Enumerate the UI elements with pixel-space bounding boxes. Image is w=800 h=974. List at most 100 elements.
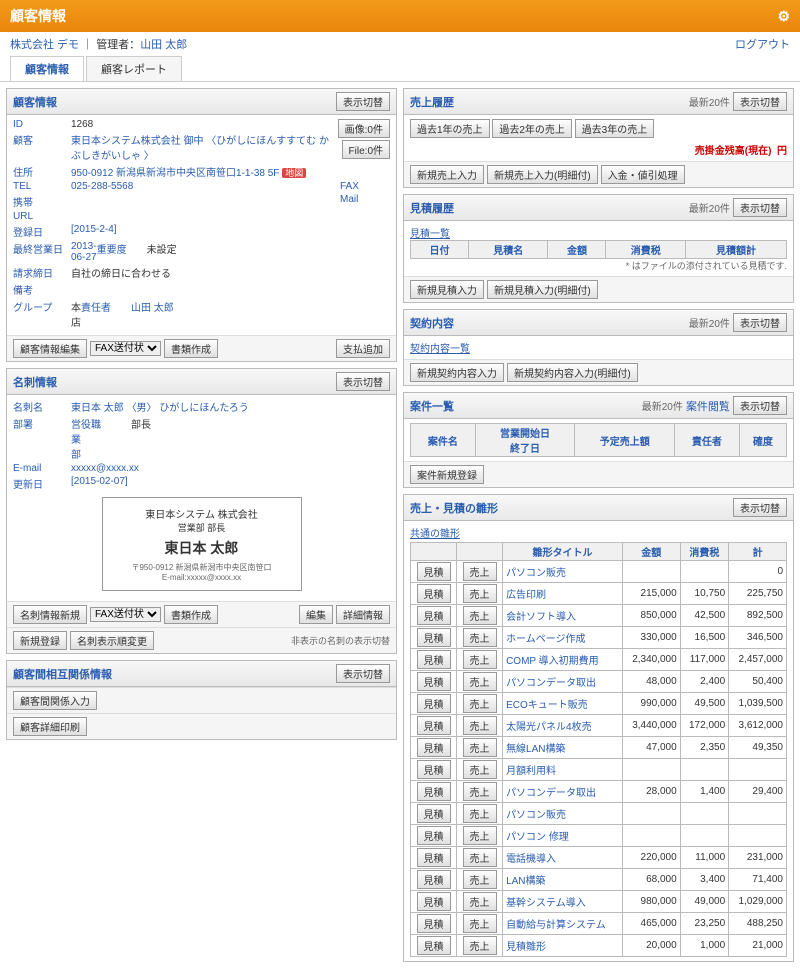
- estimate-history-panel: 見積履歴最新20件 表示切替 見積一覧 日付見積名金額消費税見積額計 * はファ…: [403, 194, 794, 303]
- sales-button[interactable]: 売上: [463, 606, 497, 625]
- edit-button[interactable]: 編集: [299, 605, 333, 624]
- sales-button[interactable]: 売上: [463, 562, 497, 581]
- sales-button[interactable]: 売上: [463, 584, 497, 603]
- sales-button[interactable]: 売上: [463, 650, 497, 669]
- tab-customer-info[interactable]: 顧客情報: [10, 56, 84, 81]
- year3-button[interactable]: 過去3年の売上: [575, 119, 655, 138]
- estimate-button[interactable]: 見積: [417, 584, 451, 603]
- anken-register-button[interactable]: 案件新規登録: [410, 465, 484, 484]
- estimate-button[interactable]: 見積: [417, 760, 451, 779]
- edit-customer-button[interactable]: 顧客情報編集: [13, 339, 87, 358]
- table-row: 見積売上基幹システム導入980,00049,0001,029,000: [411, 891, 787, 913]
- sales-button[interactable]: 売上: [463, 914, 497, 933]
- estimate-button[interactable]: 見積: [417, 870, 451, 889]
- table-row: 見積売上ECOキュート販売990,00049,5001,039,500: [411, 693, 787, 715]
- hinagata-table: 雛形タイトル金額消費税計 見積売上パソコン販売0見積売上広告印刷215,0001…: [410, 542, 787, 957]
- year2-button[interactable]: 過去2年の売上: [492, 119, 572, 138]
- estimate-button[interactable]: 見積: [417, 694, 451, 713]
- sales-button[interactable]: 売上: [463, 848, 497, 867]
- business-card: 東日本システム 株式会社 営業部 部長 東日本 太郎 〒950-0912 新潟県…: [102, 497, 302, 591]
- table-row: 見積売上LAN構築68,0003,40071,400: [411, 869, 787, 891]
- register-button[interactable]: 新規登録: [13, 631, 67, 650]
- table-row: 見積売上広告印刷215,00010,750225,750: [411, 583, 787, 605]
- sales-button[interactable]: 売上: [463, 760, 497, 779]
- new-sales-button[interactable]: 新規売上入力: [410, 165, 484, 184]
- estimate-button[interactable]: 見積: [417, 914, 451, 933]
- table-row: 見積売上パソコン販売0: [411, 561, 787, 583]
- toggle-button[interactable]: 表示切替: [733, 313, 787, 332]
- new-sales-detail-button[interactable]: 新規売上入力(明細付): [487, 165, 598, 184]
- new-contract-button[interactable]: 新規契約内容入力: [410, 363, 504, 382]
- order-button[interactable]: 名刺表示順変更: [70, 631, 154, 650]
- sales-button[interactable]: 売上: [463, 628, 497, 647]
- payment-button[interactable]: 入金・値引処理: [601, 165, 685, 184]
- estimate-button[interactable]: 見積: [417, 606, 451, 625]
- sales-button[interactable]: 売上: [463, 870, 497, 889]
- table-row: 見積売上会計ソフト導入850,00042,500892,500: [411, 605, 787, 627]
- table-row: 見積売上月額利用料: [411, 759, 787, 781]
- meishi-panel: 名刺情報表示切替 名刺名東日本 太郎 〈男〉 ひがしにほんたろう 部署営業部役職…: [6, 368, 397, 654]
- toggle-button[interactable]: 表示切替: [336, 664, 390, 683]
- sales-button[interactable]: 売上: [463, 716, 497, 735]
- table-row: 見積売上COMP 導入初期費用2,340,000117,0002,457,000: [411, 649, 787, 671]
- table-row: 見積売上ホームページ作成330,00016,500346,500: [411, 627, 787, 649]
- new-estimate-detail-button[interactable]: 新規見積入力(明細付): [487, 280, 598, 299]
- year1-button[interactable]: 過去1年の売上: [410, 119, 490, 138]
- sales-button[interactable]: 売上: [463, 782, 497, 801]
- gear-icon[interactable]: ⚙: [777, 8, 790, 25]
- print-button[interactable]: 顧客詳細印刷: [13, 717, 87, 736]
- doc-button[interactable]: 書類作成: [164, 339, 218, 358]
- file-button[interactable]: File:0件: [342, 140, 390, 159]
- table-row: 見積売上パソコンデータ取出48,0002,40050,400: [411, 671, 787, 693]
- anken-panel: 案件一覧最新20件 案件閲覧 表示切替 案件名営業開始日 終了日予定売上額責任者…: [403, 392, 794, 488]
- detail-button[interactable]: 詳細情報: [336, 605, 390, 624]
- estimate-button[interactable]: 見積: [417, 936, 451, 955]
- table-row: 見積売上パソコン販売: [411, 803, 787, 825]
- estimate-list-link[interactable]: 見積一覧: [410, 225, 787, 240]
- estimate-button[interactable]: 見積: [417, 804, 451, 823]
- toggle-button[interactable]: 表示切替: [733, 498, 787, 517]
- fax-select[interactable]: FAX送付状: [90, 341, 161, 356]
- toggle-button[interactable]: 表示切替: [733, 198, 787, 217]
- meishi-new-button[interactable]: 名刺情報新規: [13, 605, 87, 624]
- estimate-button[interactable]: 見積: [417, 782, 451, 801]
- map-badge[interactable]: 地図: [282, 168, 306, 178]
- fax-select[interactable]: FAX送付状: [90, 607, 161, 622]
- image-button[interactable]: 画像:0件: [338, 119, 390, 138]
- estimate-button[interactable]: 見積: [417, 650, 451, 669]
- estimate-button[interactable]: 見積: [417, 562, 451, 581]
- estimate-button[interactable]: 見積: [417, 892, 451, 911]
- tab-customer-report[interactable]: 顧客レポート: [86, 56, 182, 81]
- estimate-table: 日付見積名金額消費税見積額計: [410, 240, 787, 259]
- estimate-button[interactable]: 見積: [417, 738, 451, 757]
- sales-button[interactable]: 売上: [463, 936, 497, 955]
- toggle-button[interactable]: 表示切替: [733, 396, 787, 415]
- estimate-button[interactable]: 見積: [417, 672, 451, 691]
- table-row: 見積売上太陽光パネル4枚売3,440,000172,0003,612,000: [411, 715, 787, 737]
- sales-button[interactable]: 売上: [463, 672, 497, 691]
- doc-button[interactable]: 書類作成: [164, 605, 218, 624]
- table-row: 見積売上パソコン 修理: [411, 825, 787, 847]
- estimate-button[interactable]: 見積: [417, 628, 451, 647]
- sales-button[interactable]: 売上: [463, 892, 497, 911]
- sales-button[interactable]: 売上: [463, 694, 497, 713]
- contract-list-link[interactable]: 契約内容一覧: [410, 344, 470, 355]
- logout-link[interactable]: ログアウト: [735, 36, 790, 52]
- page-title: 顧客情報: [10, 6, 66, 26]
- relation-input-button[interactable]: 顧客間関係入力: [13, 691, 97, 710]
- table-row: 見積売上自動給与計算システム465,00023,250488,250: [411, 913, 787, 935]
- anken-table: 案件名営業開始日 終了日予定売上額責任者確度: [410, 423, 787, 457]
- sales-button[interactable]: 売上: [463, 738, 497, 757]
- relation-panel: 顧客間相互関係情報表示切替 顧客間関係入力 顧客詳細印刷: [6, 660, 397, 740]
- new-contract-detail-button[interactable]: 新規契約内容入力(明細付): [507, 363, 638, 382]
- estimate-button[interactable]: 見積: [417, 826, 451, 845]
- payment-button[interactable]: 支払追加: [336, 339, 390, 358]
- estimate-button[interactable]: 見積: [417, 716, 451, 735]
- toggle-button[interactable]: 表示切替: [336, 372, 390, 391]
- new-estimate-button[interactable]: 新規見積入力: [410, 280, 484, 299]
- sales-button[interactable]: 売上: [463, 804, 497, 823]
- toggle-button[interactable]: 表示切替: [733, 92, 787, 111]
- sales-button[interactable]: 売上: [463, 826, 497, 845]
- toggle-button[interactable]: 表示切替: [336, 92, 390, 111]
- estimate-button[interactable]: 見積: [417, 848, 451, 867]
